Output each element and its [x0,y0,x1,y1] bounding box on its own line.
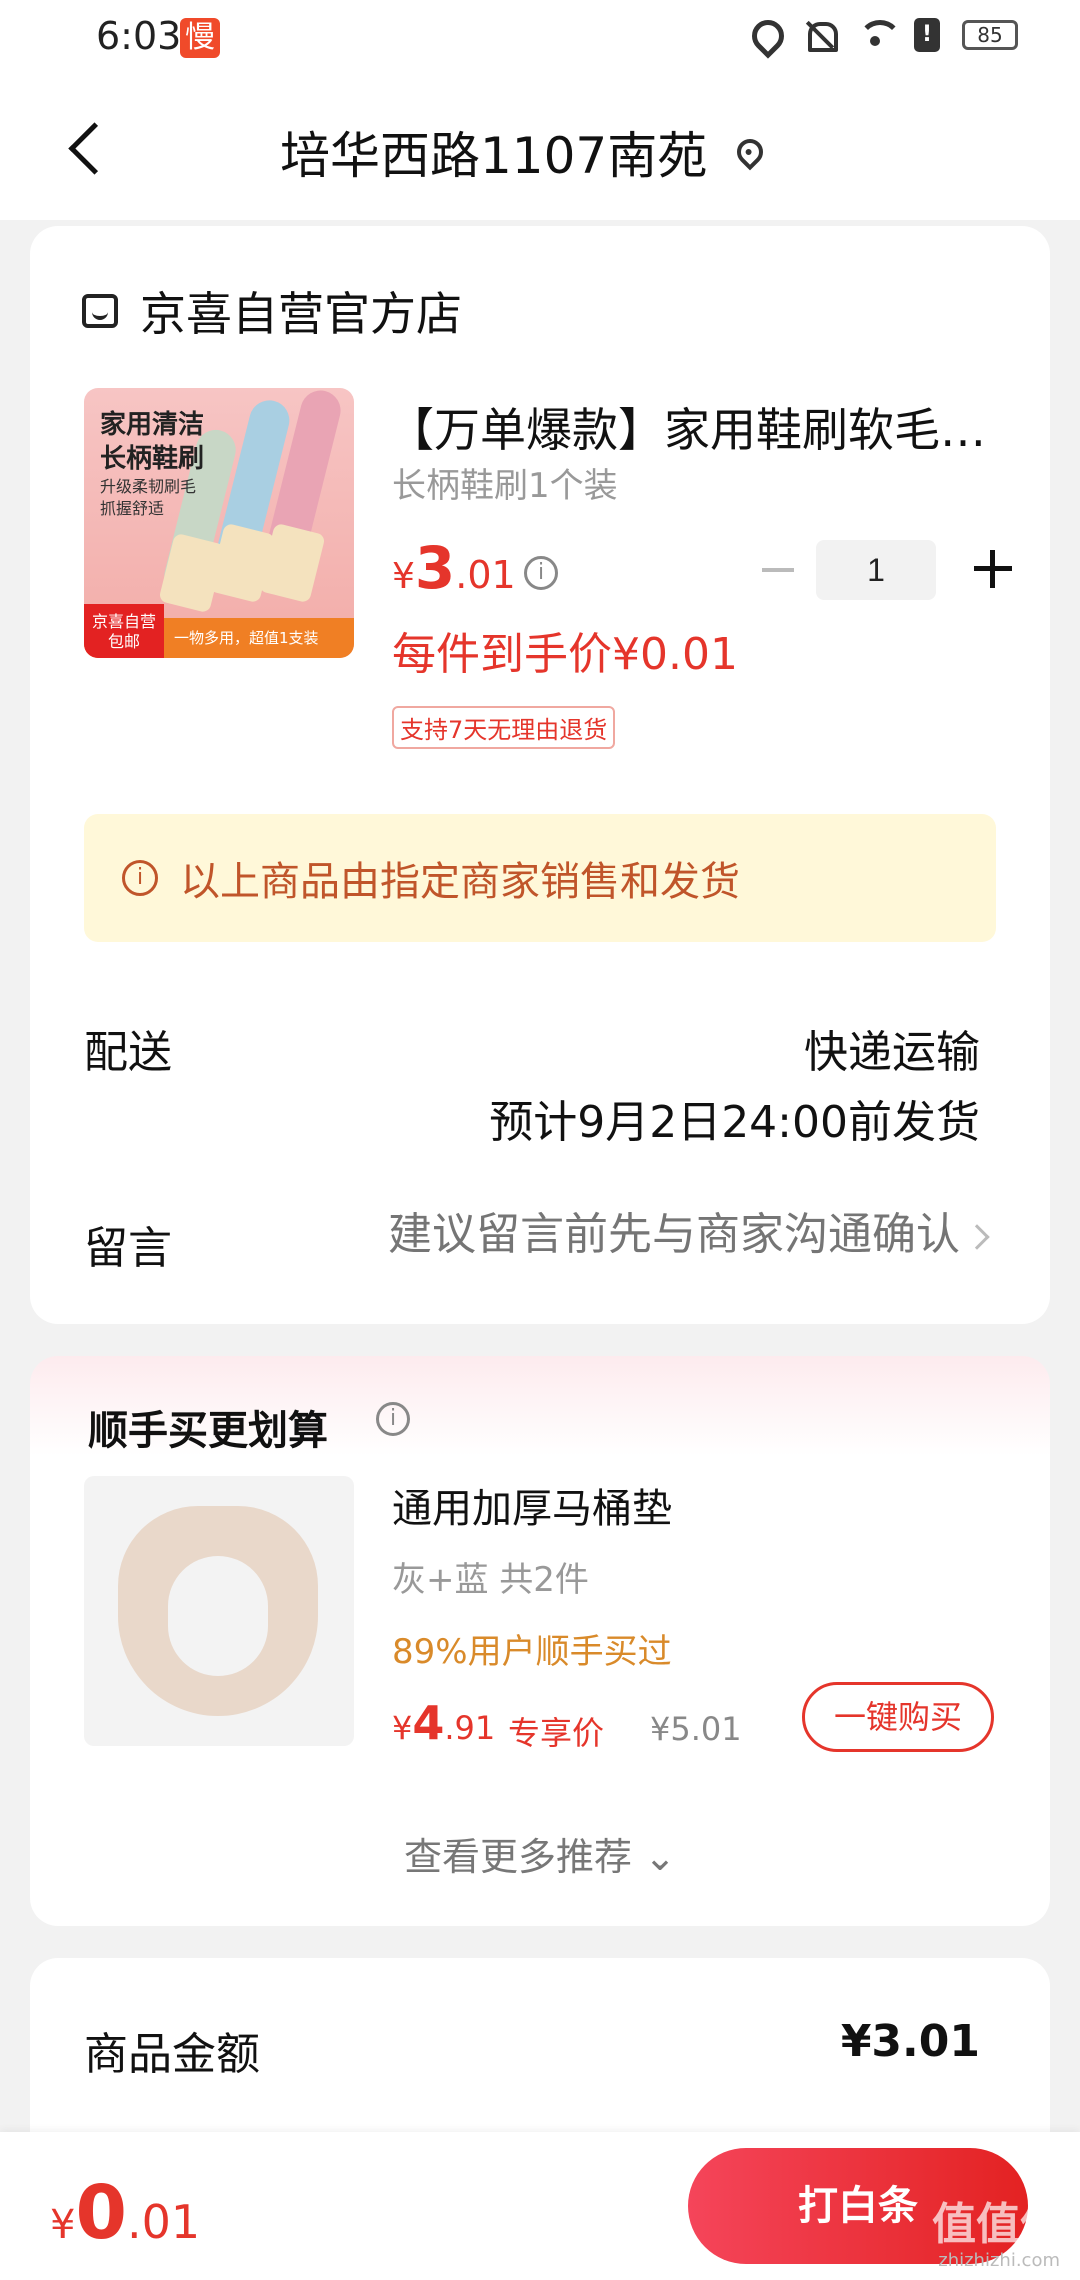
battery-icon: 85 [962,20,1018,50]
status-time: 6:03 [96,14,182,58]
price-integer: 4 [412,1696,445,1750]
delivery-eta: 预计9月2日24:00前发货 [489,1097,980,1148]
mute-bell-icon [802,18,838,52]
back-arrow-icon[interactable] [62,120,122,180]
total-integer: 0 [75,2170,127,2256]
original-price: ¥5.01 [650,1710,742,1748]
goods-amount-value: ¥3.01 [840,2016,980,2067]
quantity-plus-button[interactable] [974,550,1012,588]
total-price: ¥ 0 .01 [50,2170,200,2256]
order-card: 京喜自营官方店 家用清洁 长柄鞋刷 升级柔韧刷毛 抓握舒适 一物多用，超值1支装… [30,226,1050,1324]
chevron-right-icon[interactable] [964,1224,990,1250]
upsell-info-icon[interactable]: i [376,1402,410,1436]
message-input[interactable] [320,1210,960,1260]
app-notification-icon: 慢 [180,18,220,58]
location-pin-icon [731,133,769,171]
image-subline: 升级柔韧刷毛 抓握舒适 [100,477,197,518]
product-image[interactable]: 家用清洁 长柄鞋刷 升级柔韧刷毛 抓握舒适 一物多用，超值1支装 京喜自营 包邮 [84,388,354,658]
price-decimal: .01 [455,553,516,597]
message-label: 留言 [84,1223,172,1274]
checkout-bar: ¥ 0 .01 打白条 值值值 zhizhizhi.com [0,2132,1080,2280]
price-currency: ¥ [392,556,415,597]
seller-notice: i 以上商品由指定商家销售和发货 [84,814,996,942]
upsell-price: ¥ 4 .91 [392,1696,495,1750]
goods-amount-label: 商品金额 [84,2029,260,2080]
price-currency: ¥ [392,1709,413,1747]
exclusive-price-label: 专享价 [508,1714,605,1752]
price-integer: 3 [414,534,456,602]
store-name: 京喜自营官方店 [140,287,462,341]
delivery-label: 配送 [84,1027,172,1078]
store-row[interactable]: 京喜自营官方店 [82,278,462,344]
return-policy-tag: 支持7天无理由退货 [392,706,616,749]
header: 培华西路1107南苑 [0,80,1080,220]
upsell-product-name[interactable]: 通用加厚马桶垫 [392,1476,672,1534]
status-icons: ! 85 [746,18,1018,52]
page-title: 培华西路1107南苑 [280,127,708,185]
price-info-icon[interactable]: i [524,556,558,590]
price-decimal: .91 [444,1709,496,1747]
delivery-method[interactable]: 快递运输 [804,1016,980,1080]
location-icon [746,18,780,52]
more-recommendations-link[interactable]: 查看更多推荐 ⌄ [30,1826,1050,1881]
notice-text: 以上商品由指定商家销售和发货 [180,859,740,905]
upsell-title: 顺手买更划算 [88,1408,328,1454]
alert-icon: ! [914,18,940,52]
upsell-product-image[interactable] [84,1476,354,1746]
image-badge: 京喜自营 包邮 [84,604,164,658]
upsell-card: 顺手买更划算 i 通用加厚马桶垫 灰+蓝 共2件 89%用户顺手买过 ¥ 4 .… [30,1356,1050,1926]
quantity-minus-button[interactable] [762,568,794,572]
unit-final-price: 每件到手价¥0.01 [392,629,738,680]
product-spec: 长柄鞋刷1个装 [392,466,618,506]
one-click-buy-button[interactable]: 一键购买 [802,1682,994,1752]
total-currency: ¥ [50,2202,76,2248]
info-icon: i [122,860,158,896]
quantity-input[interactable] [816,540,936,600]
status-bar: 6:03 慢 ! 85 [0,0,1080,80]
product-title[interactable]: 【万单爆款】家用鞋刷软毛不伤鞋 [388,394,1008,460]
watermark-url: zhizhizhi.com [938,2250,1060,2271]
address-selector[interactable]: 培华西路1107南苑 [280,116,769,188]
watermark-logo: 值值值 [932,2199,1064,2250]
image-headline: 家用清洁 长柄鞋刷 [100,410,205,474]
total-decimal: .01 [126,2195,201,2249]
toilet-cushion-graphic [118,1506,318,1716]
store-icon [82,294,118,328]
upsell-stat: 89%用户顺手买过 [392,1632,672,1672]
wifi-icon [858,18,902,52]
product-price: ¥ 3 .01 [392,534,516,602]
upsell-product-spec: 灰+蓝 共2件 [392,1560,589,1600]
